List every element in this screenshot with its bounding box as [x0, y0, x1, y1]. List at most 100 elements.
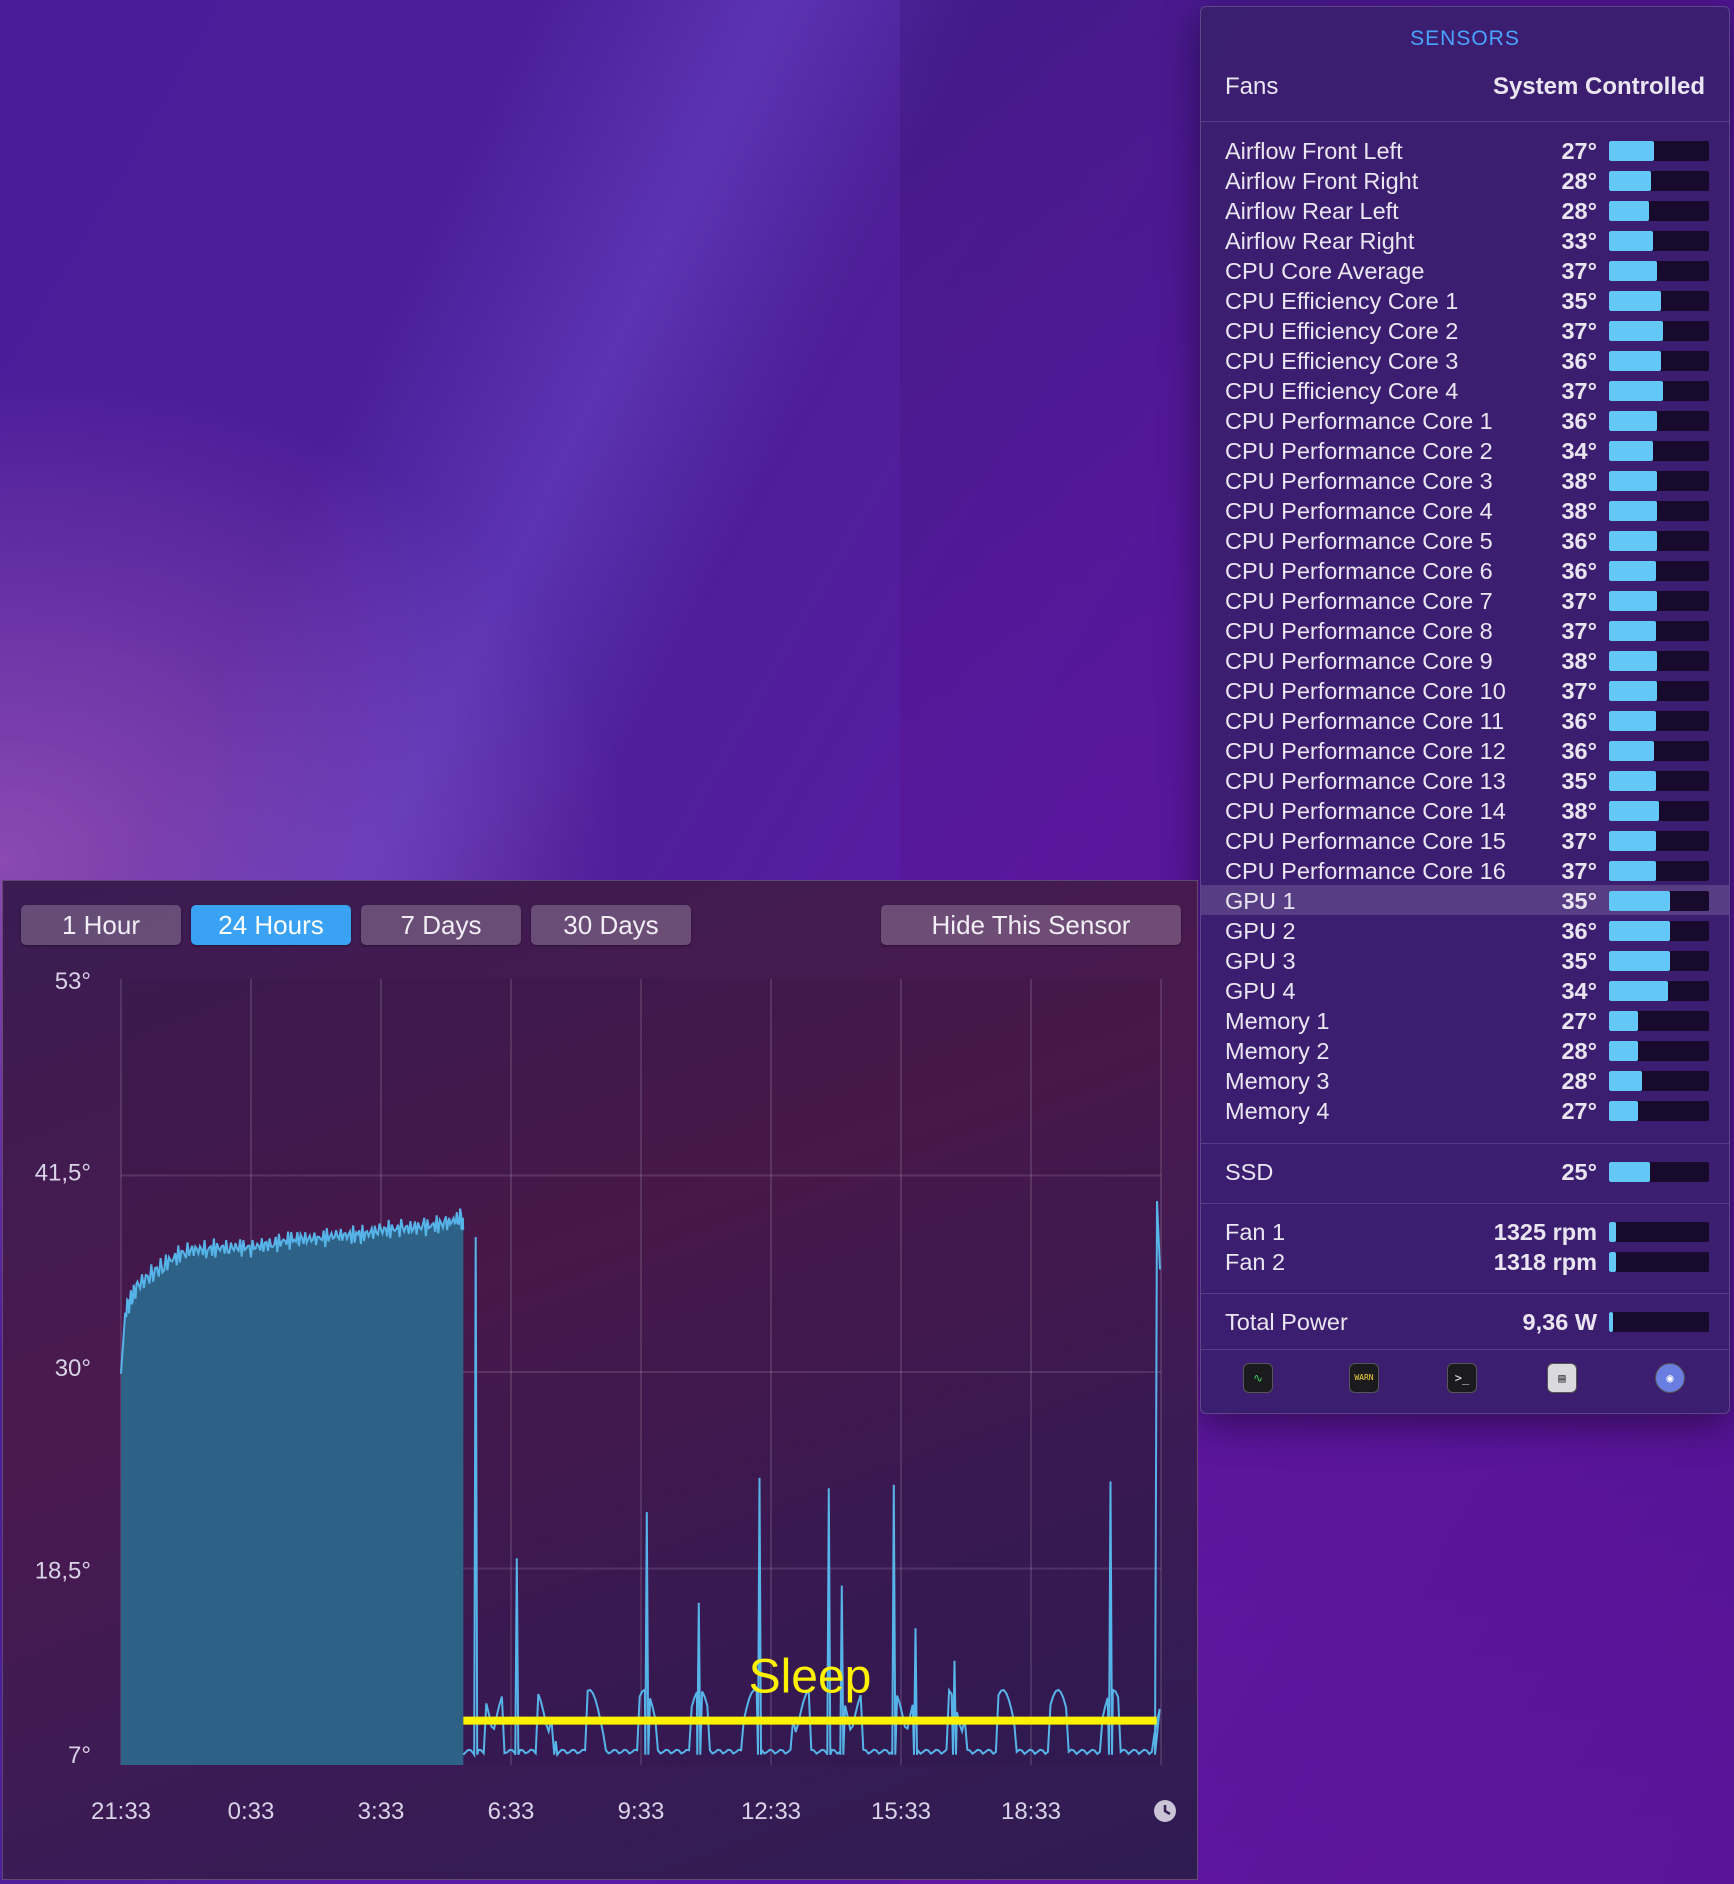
sensor-row[interactable]: CPU Performance Core 2 34°	[1201, 435, 1729, 465]
sensor-name: Fan 2	[1225, 1249, 1286, 1275]
sensor-row[interactable]: CPU Core Average 37°	[1201, 255, 1729, 285]
sensor-name: CPU Efficiency Core 1	[1225, 288, 1459, 314]
sensor-row[interactable]: Airflow Front Right 28°	[1201, 165, 1729, 195]
terminal-icon[interactable]: >_	[1447, 1363, 1477, 1393]
sensor-row[interactable]: CPU Efficiency Core 3 36°	[1201, 345, 1729, 375]
sensor-row[interactable]: CPU Performance Core 10 37°	[1201, 675, 1729, 705]
sensor-level-bar	[1609, 771, 1709, 791]
divider	[1201, 1293, 1729, 1294]
sensor-row[interactable]: CPU Performance Core 9 38°	[1201, 645, 1729, 675]
sensor-row[interactable]: CPU Efficiency Core 2 37°	[1201, 315, 1729, 345]
sensor-value: 28°	[1561, 198, 1597, 224]
sensor-row[interactable]: GPU 4 34°	[1201, 975, 1729, 1005]
sensor-name: CPU Efficiency Core 2	[1225, 318, 1459, 344]
sensor-level-fill	[1609, 291, 1661, 311]
sensor-row[interactable]: CPU Efficiency Core 1 35°	[1201, 285, 1729, 315]
sensor-value: 35°	[1561, 948, 1597, 974]
x-tick-label: 12:33	[741, 1798, 801, 1825]
sensor-row[interactable]: Airflow Rear Left 28°	[1201, 195, 1729, 225]
x-tick-label: 9:33	[618, 1798, 665, 1825]
sensor-row[interactable]: CPU Performance Core 14 38°	[1201, 795, 1729, 825]
sensor-name: CPU Performance Core 11	[1225, 708, 1505, 734]
sensor-row[interactable]: CPU Performance Core 12 36°	[1201, 735, 1729, 765]
sensor-row[interactable]: GPU 2 36°	[1201, 915, 1729, 945]
sensor-row[interactable]: CPU Performance Core 4 38°	[1201, 495, 1729, 525]
sensor-name: Memory 3	[1225, 1068, 1330, 1094]
sensor-level-bar	[1609, 291, 1709, 311]
sensor-level-fill	[1609, 1071, 1642, 1091]
sensor-level-fill	[1609, 1101, 1638, 1121]
fans-mode-value[interactable]: System Controlled	[1493, 73, 1705, 101]
y-tick-label: 41,5°	[35, 1160, 91, 1187]
sensor-name: Airflow Rear Left	[1225, 198, 1399, 224]
sensor-level-bar	[1609, 561, 1709, 581]
sensor-level-bar	[1609, 921, 1709, 941]
sensor-level-fill	[1609, 1011, 1638, 1031]
sensor-row[interactable]: CPU Performance Core 5 36°	[1201, 525, 1729, 555]
sensor-level-bar	[1609, 831, 1709, 851]
sensor-name: CPU Core Average	[1225, 258, 1425, 284]
sensor-value: 36°	[1561, 558, 1597, 584]
sensor-row[interactable]: Airflow Front Left 27°	[1201, 135, 1729, 165]
sensor-value: 9,36 W	[1522, 1309, 1597, 1335]
sensor-row[interactable]: Memory 3 28°	[1201, 1065, 1729, 1095]
panel-title: SENSORS	[1410, 27, 1520, 50]
activity-monitor-icon[interactable]: ∿	[1243, 1363, 1273, 1393]
sensor-value: 36°	[1561, 348, 1597, 374]
sensor-level-fill	[1609, 171, 1651, 191]
sensor-row[interactable]: CPU Performance Core 7 37°	[1201, 585, 1729, 615]
sensor-row[interactable]: Memory 1 27°	[1201, 1005, 1729, 1035]
sensor-name: CPU Performance Core 2	[1225, 438, 1493, 464]
sensor-level-fill	[1609, 861, 1656, 881]
sensor-row[interactable]: CPU Performance Core 15 37°	[1201, 825, 1729, 855]
sensor-name: GPU 4	[1225, 978, 1296, 1004]
sensor-row[interactable]: GPU 3 35°	[1201, 945, 1729, 975]
sensor-name: CPU Performance Core 10	[1225, 678, 1506, 704]
sensor-level-bar	[1609, 681, 1709, 701]
sensor-row[interactable]: CPU Performance Core 3 38°	[1201, 465, 1729, 495]
sensor-name: CPU Efficiency Core 3	[1225, 348, 1459, 374]
sensor-row[interactable]: CPU Performance Core 13 35°	[1201, 765, 1729, 795]
sensor-name: CPU Performance Core 6	[1225, 558, 1493, 584]
sensor-row[interactable]: Total Power 9,36 W	[1201, 1306, 1729, 1336]
sensor-row[interactable]: CPU Efficiency Core 4 37°	[1201, 375, 1729, 405]
divider	[1201, 1203, 1729, 1204]
sensor-level-bar	[1609, 321, 1709, 341]
sensor-level-bar	[1609, 1101, 1709, 1121]
sensor-row[interactable]: Memory 2 28°	[1201, 1035, 1729, 1065]
sensor-level-fill	[1609, 831, 1656, 851]
sensor-level-fill	[1609, 591, 1657, 611]
sensor-level-fill	[1609, 621, 1656, 641]
sensor-row[interactable]: CPU Performance Core 16 37°	[1201, 855, 1729, 885]
sensor-level-fill	[1609, 411, 1657, 431]
sensor-name: Memory 4	[1225, 1098, 1330, 1124]
sensor-value: 38°	[1561, 498, 1597, 524]
fans-mode-row[interactable]: Fans System Controlled	[1225, 73, 1705, 107]
system-information-icon[interactable]: ▤	[1547, 1363, 1577, 1393]
y-tick-label: 53°	[55, 968, 91, 995]
sensor-row[interactable]: CPU Performance Core 8 37°	[1201, 615, 1729, 645]
console-icon[interactable]: WARN	[1349, 1363, 1379, 1393]
sensor-row[interactable]: GPU 1 35°	[1201, 885, 1729, 915]
sensor-name: CPU Performance Core 7	[1225, 588, 1493, 614]
sensor-level-bar	[1609, 651, 1709, 671]
sensor-value: 35°	[1561, 768, 1597, 794]
sensor-row[interactable]: CPU Performance Core 6 36°	[1201, 555, 1729, 585]
sensor-row[interactable]: Memory 4 27°	[1201, 1095, 1729, 1125]
disk-utility-icon[interactable]: ◉	[1655, 1363, 1685, 1393]
sensor-value: 37°	[1561, 618, 1597, 644]
sensor-value: 25°	[1561, 1159, 1597, 1185]
sensor-row[interactable]: Fan 1 1325 rpm	[1201, 1216, 1729, 1246]
sensor-row[interactable]: SSD 25°	[1201, 1156, 1729, 1186]
sensor-row[interactable]: Fan 2 1318 rpm	[1201, 1246, 1729, 1276]
sensor-value: 38°	[1561, 798, 1597, 824]
sensor-row[interactable]: Airflow Rear Right 33°	[1201, 225, 1729, 255]
y-tick-label: 7°	[68, 1742, 91, 1769]
sensor-row[interactable]: CPU Performance Core 11 36°	[1201, 705, 1729, 735]
sensor-name: CPU Performance Core 8	[1225, 618, 1493, 644]
sensor-level-bar	[1609, 1011, 1709, 1031]
sensor-row[interactable]: CPU Performance Core 1 36°	[1201, 405, 1729, 435]
sensor-value: 27°	[1561, 1098, 1597, 1124]
sensor-name: CPU Performance Core 12	[1225, 738, 1506, 764]
sensor-level-bar	[1609, 621, 1709, 641]
